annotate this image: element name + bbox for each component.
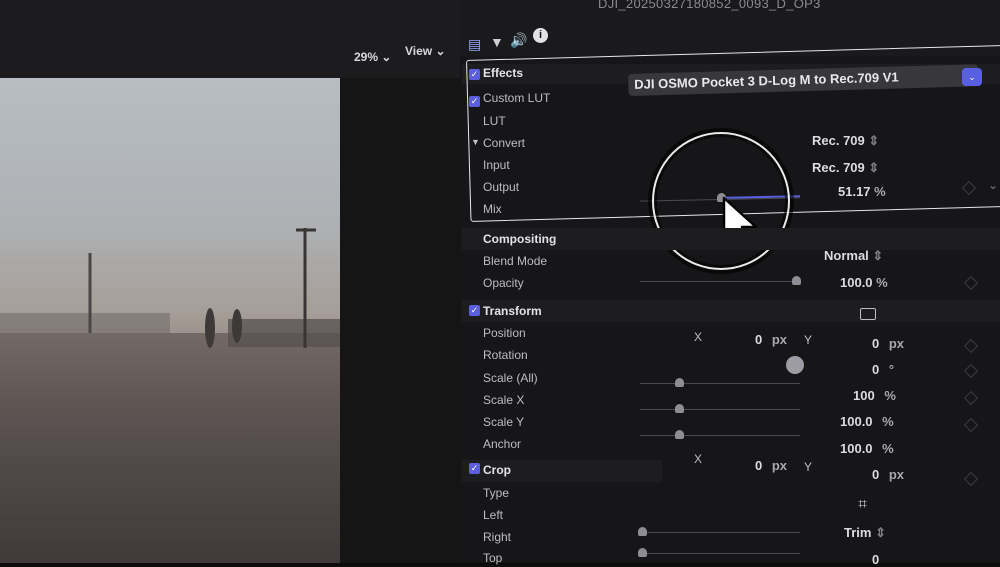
opacity-slider-track[interactable] <box>640 281 800 282</box>
position-y-label: Y <box>804 333 813 347</box>
scale-all-slider-track[interactable] <box>640 383 800 384</box>
scale-y-value[interactable]: 100.0 % <box>840 441 894 456</box>
scale-all-value[interactable]: 100 % <box>853 388 896 403</box>
input-value[interactable]: Rec. 709 ⇕ <box>812 133 879 149</box>
scale-x-value[interactable]: 100.0 % <box>840 414 894 429</box>
disclosure-triangle-icon[interactable]: ▼ <box>471 137 480 147</box>
crop-left-slider-knob[interactable] <box>638 527 647 536</box>
crop-top-value[interactable]: 0 <box>872 552 879 567</box>
rotation-dial[interactable] <box>786 356 804 374</box>
transform-band <box>462 300 1000 322</box>
crop-right-label: Right <box>483 530 512 544</box>
opacity-value[interactable]: 100.0 % <box>840 275 888 290</box>
stepper-icon: ⇕ <box>875 525 886 540</box>
output-value[interactable]: Rec. 709 ⇕ <box>812 160 879 176</box>
viewer-image <box>0 78 340 563</box>
crop-onscreen-icon[interactable]: ⌗ <box>858 496 867 514</box>
position-x-value[interactable]: 0 px <box>755 332 787 347</box>
scale-x-slider-knob[interactable] <box>675 404 684 413</box>
anchor-label: Anchor <box>483 437 522 451</box>
stepper-icon: ⇕ <box>868 133 880 148</box>
filter-icon[interactable]: ▼ <box>490 34 504 50</box>
chevron-down-icon: ⌄ <box>435 44 446 58</box>
blend-mode-popup[interactable]: Normal ⇕ <box>824 248 883 264</box>
scale-y-label: Scale Y <box>483 415 525 429</box>
clip-name: DJI_20250327180852_0093_D_OP3 <box>598 0 821 11</box>
crop-right-slider-track[interactable] <box>640 553 800 554</box>
crop-title: Crop <box>483 463 511 477</box>
lut-label: LUT <box>483 114 506 128</box>
transform-checkbox[interactable]: ✓ <box>469 305 480 316</box>
anchor-y-label: Y <box>804 460 813 474</box>
scale-y-slider-track[interactable] <box>640 435 800 436</box>
lut-value: DJI OSMO Pocket 3 D-Log M to Rec.709 V1 <box>634 69 899 92</box>
mix-value[interactable]: 51.17 % <box>838 184 886 199</box>
scale-x-label: Scale X <box>483 393 525 407</box>
lut-dropdown-button[interactable]: ⌄ <box>962 68 982 86</box>
transform-onscreen-icon[interactable] <box>860 308 876 320</box>
position-x-label: X <box>694 330 703 344</box>
input-label: Input <box>483 158 510 172</box>
anchor-x-value[interactable]: 0 px <box>755 458 787 473</box>
crop-checkbox[interactable]: ✓ <box>469 463 480 474</box>
mix-label: Mix <box>483 202 502 216</box>
opacity-label: Opacity <box>483 276 524 290</box>
rotation-value[interactable]: 0 ° <box>872 362 894 377</box>
zoom-value: 29% <box>354 50 379 64</box>
scale-x-slider-track[interactable] <box>640 409 800 410</box>
zoom-popup[interactable]: 29% ⌄ <box>354 50 391 64</box>
chevron-down-icon[interactable]: ⌄ <box>988 178 998 192</box>
scale-all-slider-knob[interactable] <box>675 378 684 387</box>
rotation-label: Rotation <box>483 348 528 362</box>
speaker-icon[interactable]: 🔊 <box>510 32 527 49</box>
output-label: Output <box>483 180 520 194</box>
opacity-slider-knob[interactable] <box>792 276 801 285</box>
stepper-icon: ⇕ <box>872 248 884 263</box>
blend-mode-label: Blend Mode <box>483 254 548 268</box>
viewer-header <box>0 0 460 78</box>
convert-label: Convert <box>483 136 526 150</box>
scale-all-label: Scale (All) <box>483 371 538 385</box>
crop-left-slider-track[interactable] <box>640 532 800 533</box>
film-icon[interactable]: ▤ <box>468 36 481 53</box>
compositing-title: Compositing <box>483 232 557 246</box>
view-label: View <box>405 44 433 58</box>
crop-left-label: Left <box>483 508 504 522</box>
view-popup[interactable]: View ⌄ <box>405 44 446 58</box>
anchor-x-label: X <box>694 452 703 466</box>
transform-title: Transform <box>483 304 542 318</box>
viewer-margin <box>340 78 460 563</box>
stepper-icon: ⇕ <box>868 160 880 175</box>
crop-right-slider-knob[interactable] <box>638 548 647 557</box>
custom-lut-checkbox[interactable]: ✓ <box>469 96 480 107</box>
info-icon[interactable]: i <box>533 28 548 43</box>
crop-type-popup[interactable]: Trim ⇕ <box>844 525 886 541</box>
scale-y-slider-knob[interactable] <box>675 430 684 439</box>
position-y-value[interactable]: 0 px <box>872 336 904 351</box>
custom-lut-title: Custom LUT <box>483 91 551 105</box>
anchor-y-value[interactable]: 0 px <box>872 467 904 482</box>
crop-type-label: Type <box>483 486 510 500</box>
chevron-down-icon: ⌄ <box>381 50 392 64</box>
viewer-scene <box>0 228 340 348</box>
position-label: Position <box>483 326 526 340</box>
